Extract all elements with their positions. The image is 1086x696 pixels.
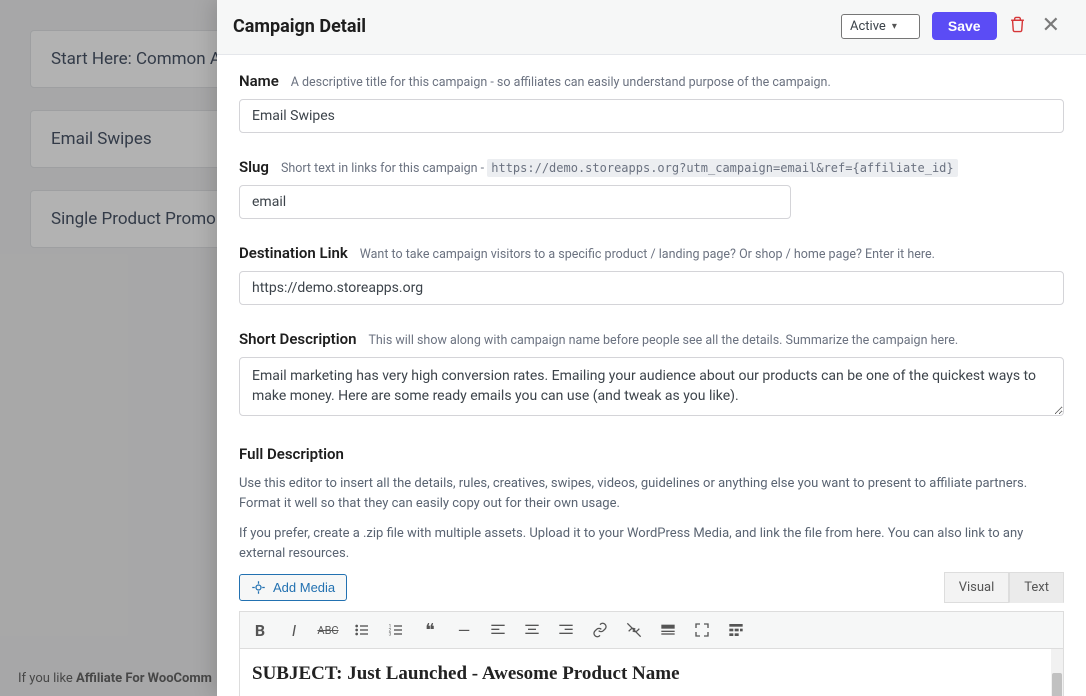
campaign-detail-modal: Campaign Detail Active ▾ Save ✕ Name A d… [217,0,1086,696]
modal-title: Campaign Detail [233,16,829,37]
field-full-description: Full Description Use this editor to inse… [239,442,1064,696]
italic-icon[interactable]: I [284,620,304,640]
short-desc-hint: This will show along with campaign name … [368,333,958,348]
link-icon[interactable] [590,620,610,640]
horizontal-rule-icon[interactable]: ― [454,620,474,640]
align-left-icon[interactable] [488,620,508,640]
rich-editor: Add Media Visual Text B I ABC 123 ❝ ― [239,574,1064,696]
editor-tabs: Visual Text [944,572,1064,603]
slug-hint: Short text in links for this campaign - … [281,161,958,176]
name-hint: A descriptive title for this campaign - … [291,75,831,90]
svg-text:3: 3 [389,631,392,637]
bold-icon[interactable]: B [250,620,270,640]
blockquote-icon[interactable]: ❝ [420,620,440,640]
bullet-list-icon[interactable] [352,620,372,640]
strikethrough-icon[interactable]: ABC [318,620,338,640]
editor-toolbar: B I ABC 123 ❝ ― [239,611,1064,649]
slug-input[interactable] [239,185,791,219]
numbered-list-icon[interactable]: 123 [386,620,406,640]
destination-input[interactable] [239,271,1064,305]
trash-icon[interactable] [1009,16,1026,37]
short-desc-label: Short Description [239,330,356,348]
align-right-icon[interactable] [556,620,576,640]
full-desc-label: Full Description [239,445,344,463]
name-label: Name [239,72,279,90]
scrollbar-thumb[interactable] [1052,673,1062,696]
unlink-icon[interactable] [624,620,644,640]
destination-hint: Want to take campaign visitors to a spec… [360,247,935,262]
field-destination: Destination Link Want to take campaign v… [239,241,1064,305]
field-short-description: Short Description This will show along w… [239,327,1064,420]
tab-visual[interactable]: Visual [944,572,1010,603]
align-center-icon[interactable] [522,620,542,640]
modal-body: Name A descriptive title for this campai… [217,55,1086,696]
tab-text[interactable]: Text [1009,572,1064,603]
name-input[interactable] [239,99,1064,133]
toolbar-toggle-icon[interactable] [726,620,746,640]
media-icon [251,580,266,595]
scrollbar[interactable] [1051,649,1063,696]
destination-label: Destination Link [239,244,348,262]
add-media-button[interactable]: Add Media [239,574,347,601]
field-slug: Slug Short text in links for this campai… [239,155,1064,219]
slug-label: Slug [239,158,269,176]
close-icon[interactable]: ✕ [1038,15,1064,37]
fullscreen-icon[interactable] [692,620,712,640]
field-name: Name A descriptive title for this campai… [239,69,1064,133]
editor-subject: SUBJECT: Just Launched - Awesome Product… [252,663,1051,685]
chevron-down-icon: ▾ [892,21,897,32]
full-desc-hint-2: If you prefer, create a .zip file with m… [239,524,1064,564]
modal-header: Campaign Detail Active ▾ Save ✕ [217,0,1086,55]
save-button[interactable]: Save [932,12,997,40]
short-desc-textarea[interactable]: Email marketing has very high conversion… [239,357,1064,416]
editor-content[interactable]: SUBJECT: Just Launched - Awesome Product… [239,649,1064,696]
full-desc-hint-1: Use this editor to insert all the detail… [239,474,1064,514]
read-more-icon[interactable] [658,620,678,640]
status-select[interactable]: Active ▾ [841,14,920,39]
